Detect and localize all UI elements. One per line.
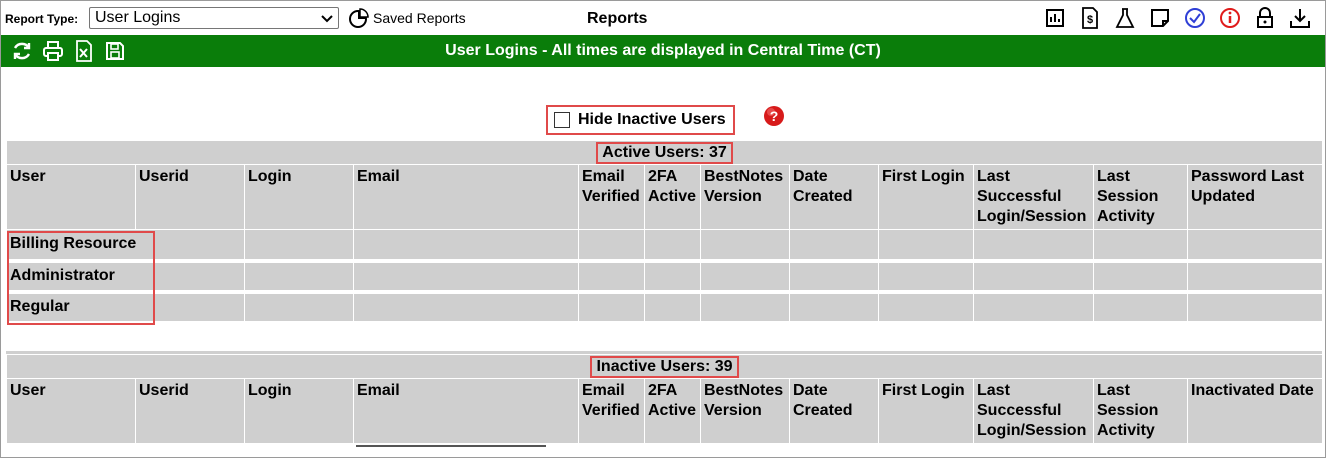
column-header[interactable]: Userid <box>135 378 245 444</box>
help-icon[interactable]: ? <box>763 105 785 132</box>
group-label: Regular <box>6 291 245 325</box>
download-icon[interactable] <box>1289 6 1311 30</box>
toolbar-icons: $ <box>1044 6 1311 30</box>
column-header[interactable]: User <box>6 378 136 444</box>
active-header-row: User Userid Login Email Email Verified 2… <box>6 164 1324 230</box>
column-header[interactable]: User <box>6 164 136 230</box>
column-header[interactable]: Date Created <box>789 164 879 230</box>
pie-chart-icon <box>349 8 369 28</box>
dollar-document-icon[interactable]: $ <box>1079 6 1101 30</box>
saved-reports-label: Saved Reports <box>373 10 466 26</box>
group-label: Administrator <box>6 260 245 294</box>
column-header[interactable]: Email <box>353 164 579 230</box>
report-type-value: User Logins <box>95 9 181 26</box>
active-caption-row: Active Users: 37 <box>5 140 1324 165</box>
column-header[interactable]: First Login <box>878 164 974 230</box>
column-header[interactable]: 2FA Active <box>644 378 701 444</box>
column-header[interactable]: Email <box>353 378 579 444</box>
lock-icon[interactable] <box>1254 6 1276 30</box>
column-header[interactable]: Login <box>244 378 354 444</box>
group-label: Billing Resource <box>6 229 245 263</box>
note-icon[interactable] <box>1149 6 1171 30</box>
column-header[interactable]: BestNotes Version <box>700 378 790 444</box>
bar-chart-icon[interactable] <box>1044 6 1066 30</box>
column-header[interactable]: Email Verified <box>578 164 645 230</box>
column-header[interactable]: Last Session Activity <box>1093 378 1188 444</box>
svg-text:$: $ <box>1087 14 1093 26</box>
active-users-count: Active Users: 37 <box>596 141 733 164</box>
check-circle-icon[interactable] <box>1184 6 1206 30</box>
group-row[interactable]: Regular <box>6 291 1324 325</box>
column-header[interactable]: 2FA Active <box>644 164 701 230</box>
report-type-label: Report Type: <box>5 12 79 26</box>
column-header[interactable]: Last Successful Login/Session <box>973 164 1094 230</box>
info-circle-icon[interactable] <box>1219 6 1241 30</box>
report-type-select[interactable]: User Logins <box>89 7 339 29</box>
report-banner: User Logins - All times are displayed in… <box>1 35 1325 67</box>
top-toolbar: Report Type: User Logins Saved Reports R… <box>1 1 1325 35</box>
banner-title: User Logins - All times are displayed in… <box>445 42 881 59</box>
saved-reports-button[interactable]: Saved Reports <box>347 6 466 30</box>
active-users-table: Active Users: 37 User Userid Login Email… <box>5 140 1324 325</box>
column-header[interactable]: Login <box>244 164 354 230</box>
group-row[interactable]: Administrator <box>6 260 1324 294</box>
inactive-users-table: Inactive Users: 39 User Userid Login Ema… <box>5 354 1324 444</box>
column-header[interactable]: Last Session Activity <box>1093 164 1188 230</box>
column-header[interactable]: Last Successful Login/Session <box>973 378 1094 444</box>
hide-inactive-toggle[interactable]: Hide Inactive Users <box>546 105 735 135</box>
email-column-underline <box>356 445 546 447</box>
page-title: Reports <box>587 10 648 27</box>
inactive-caption-row: Inactive Users: 39 <box>5 354 1324 379</box>
column-header[interactable]: Email Verified <box>578 378 645 444</box>
column-header[interactable]: Inactivated Date <box>1186 378 1324 444</box>
column-header[interactable]: BestNotes Version <box>700 164 790 230</box>
column-header[interactable]: First Login <box>878 378 974 444</box>
group-row[interactable]: Billing Resource <box>6 229 1324 263</box>
column-header[interactable]: Userid <box>135 164 245 230</box>
flask-icon[interactable] <box>1114 6 1136 30</box>
column-header[interactable]: Password Last Updated <box>1186 164 1324 230</box>
inactive-users-count: Inactive Users: 39 <box>590 355 739 378</box>
chevron-down-icon <box>321 15 333 23</box>
inactive-header-row: User Userid Login Email Email Verified 2… <box>6 378 1324 444</box>
hide-inactive-label: Hide Inactive Users <box>578 111 726 128</box>
svg-text:?: ? <box>770 108 779 124</box>
column-header[interactable]: Date Created <box>789 378 879 444</box>
hide-inactive-checkbox[interactable] <box>554 112 570 128</box>
